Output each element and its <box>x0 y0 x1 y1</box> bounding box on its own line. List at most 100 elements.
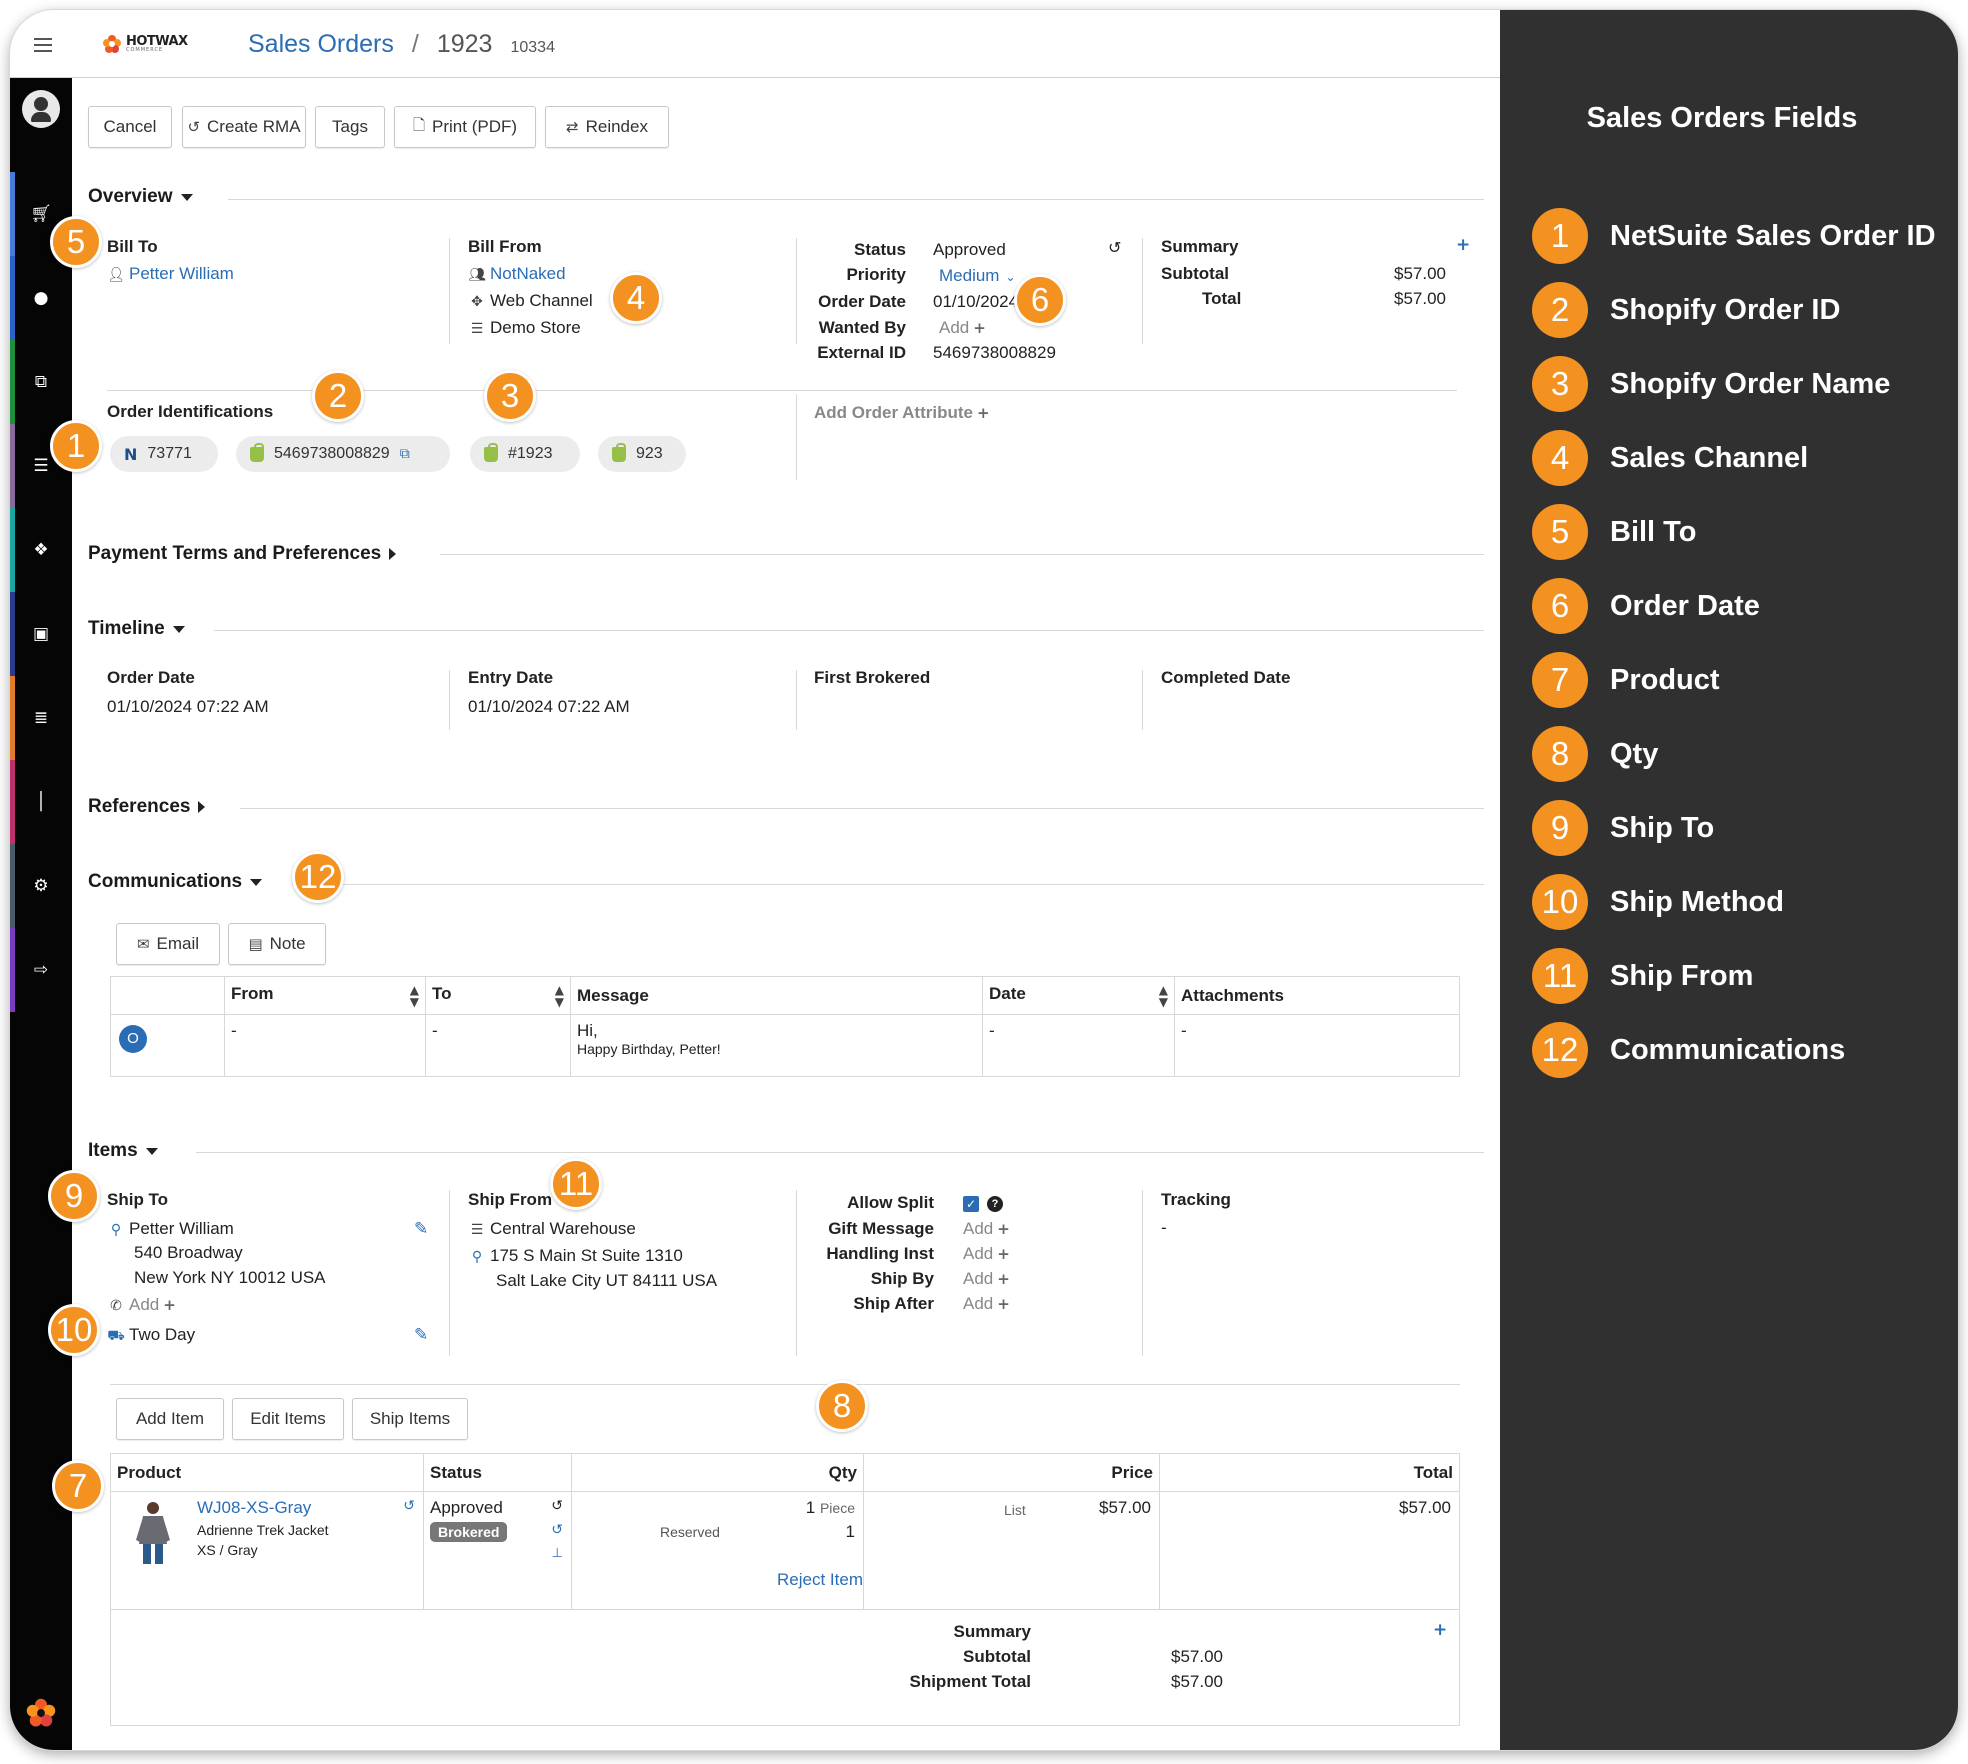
gift-message-label: Gift Message <box>828 1219 934 1238</box>
help-question-icon[interactable]: ? <box>987 1196 1003 1212</box>
add-adjustment-plus-icon[interactable]: + <box>1456 235 1470 255</box>
bill-to-label: Bill To <box>107 237 158 256</box>
legend-item: 7 Product <box>1532 650 1720 710</box>
breadcrumb: Sales Orders / 1923 10334 <box>248 30 555 59</box>
sidebar-customers[interactable]: ● <box>10 256 72 340</box>
rebroker-icon[interactable]: ↺ <box>551 1522 563 1538</box>
divider <box>240 808 1484 809</box>
bill-from-org-link[interactable]: NotNaked <box>490 264 566 283</box>
add-adjustment-plus-icon[interactable]: + <box>1433 1620 1447 1640</box>
sidebar-data[interactable]: ≣ <box>10 676 72 760</box>
payment-terms-section-toggle[interactable]: Payment Terms and Preferences <box>88 543 397 565</box>
column-header-to[interactable]: To ▲ ▼ <box>425 976 571 1015</box>
print-pdf-button[interactable]: 🗋︎ Print (PDF) <box>394 106 536 148</box>
item-status: Approved <box>430 1498 503 1517</box>
legend-item: 6 Order Date <box>1532 576 1760 636</box>
hotwax-flower-icon <box>103 35 121 53</box>
ship-from-label: Ship From <box>468 1190 553 1209</box>
callout-marker-9: 9 <box>48 1170 100 1222</box>
items-section-toggle[interactable]: Items <box>88 1140 158 1162</box>
timeline-section-toggle[interactable]: Timeline <box>88 618 185 640</box>
product-sku-link[interactable]: WJ08-XS-Gray <box>197 1498 311 1517</box>
sidebar-settings[interactable]: ⚙ <box>10 844 72 928</box>
handling-inst-add[interactable]: Add + <box>963 1244 1010 1264</box>
add-order-attribute[interactable]: Add Order Attribute + <box>814 403 990 423</box>
sitemap-icon[interactable]: ⊥ <box>552 1546 563 1561</box>
envelope-icon: ✉ <box>136 935 150 953</box>
wanted-by-add[interactable]: Add + <box>939 318 986 338</box>
dropbox-icon: ❖ <box>33 540 49 560</box>
entry-date-value: 01/10/2024 07:22 AM <box>468 697 630 716</box>
edit-ship-to-pencil-icon[interactable]: ✎ <box>414 1219 428 1239</box>
brand-logo[interactable]: HOTWAX COMMERCE <box>102 34 188 54</box>
column-header-from[interactable]: From ▲ ▼ <box>224 976 426 1015</box>
create-rma-button[interactable]: ↺ Create RMA <box>182 106 306 148</box>
map-marker-icon: ⚲ <box>471 1249 483 1265</box>
note-button[interactable]: ▤ Note <box>228 923 326 965</box>
add-phone[interactable]: ✆ Add + <box>107 1295 176 1315</box>
gift-message-add[interactable]: Add + <box>963 1219 1010 1239</box>
divider <box>228 199 1484 200</box>
to-cell: - <box>425 1014 571 1077</box>
user-avatar-icon[interactable] <box>22 90 60 128</box>
breadcrumb-sales-orders[interactable]: Sales Orders <box>248 30 394 59</box>
hamburger-menu-icon[interactable] <box>34 38 52 52</box>
column-header-message: Message <box>570 976 983 1015</box>
app-window: HOTWAX COMMERCE Sales Orders / 1923 10334… <box>10 10 1958 1750</box>
tags-button[interactable]: Tags <box>315 106 385 148</box>
bill-to-customer-link[interactable]: Petter William <box>129 264 234 283</box>
allow-split-checkbox[interactable]: ✓ <box>963 1196 979 1212</box>
communications-section-toggle[interactable]: Communications <box>88 871 263 893</box>
ship-to-name: ⚲ Petter William <box>107 1219 234 1239</box>
references-section-toggle[interactable]: References <box>88 796 206 818</box>
ship-method: ⛟ Two Day <box>107 1325 196 1344</box>
order-id: 10334 <box>510 39 555 56</box>
ship-items-button[interactable]: Ship Items <box>352 1398 468 1440</box>
pdf-file-icon: 🗋︎ <box>412 115 426 134</box>
callout-marker-12: 12 <box>292 851 344 903</box>
reindex-button[interactable]: ⇄ Reindex <box>545 106 669 148</box>
status-cell: Approved Brokered ↺ ↺ ⊥ <box>423 1491 572 1610</box>
sidebar-reports[interactable]: │ <box>10 760 72 844</box>
cancel-button[interactable]: Cancel <box>88 106 172 148</box>
legend-item: 5 Bill To <box>1532 502 1696 562</box>
divider <box>1142 670 1143 730</box>
retweet-icon: ⇄ <box>566 118 579 136</box>
sidebar-fulfillment[interactable]: ❖ <box>10 508 72 592</box>
ship-after-add[interactable]: Add + <box>963 1294 1010 1314</box>
plus-icon: + <box>976 404 990 422</box>
edit-ship-method-pencil-icon[interactable]: ✎ <box>414 1325 428 1345</box>
add-item-button[interactable]: Add Item <box>116 1398 224 1440</box>
ship-after-label: Ship After <box>853 1294 934 1313</box>
table-row[interactable]: WJ08-XS-Gray Adrienne Trek Jacket XS / G… <box>110 1491 1460 1610</box>
callout-marker-1: 1 <box>50 420 102 472</box>
column-header-date[interactable]: Date ▲ ▼ <box>982 976 1175 1015</box>
history-icon[interactable]: ↺ <box>403 1498 415 1514</box>
sidebar-products[interactable]: ⧉ <box>10 340 72 424</box>
sidebar-logout[interactable]: ⇨ <box>10 928 72 1012</box>
product-thumbnail[interactable] <box>131 1500 175 1568</box>
brand-name: HOTWAX COMMERCE <box>126 34 188 53</box>
reject-item-link[interactable]: Reject Item <box>777 1570 863 1590</box>
ship-from-address-line1: ⚲ 175 S Main St Suite 1310 <box>468 1246 683 1266</box>
email-button[interactable]: ✉ Email <box>116 923 220 965</box>
ship-from-facility: ☰ Central Warehouse <box>468 1219 636 1239</box>
column-header-price: Price <box>863 1453 1160 1492</box>
item-price: $57.00 <box>1099 1498 1151 1517</box>
shopify-icon <box>612 442 626 462</box>
status-history-icon[interactable]: ↺ <box>551 1498 563 1514</box>
priority-dropdown[interactable]: Medium ⌄ <box>939 266 1016 286</box>
entry-date-label: Entry Date <box>468 668 554 687</box>
edit-items-button[interactable]: Edit Items <box>232 1398 344 1440</box>
history-icon[interactable]: ↺ <box>1108 238 1121 257</box>
callout-marker-4: 4 <box>610 272 662 324</box>
netsuite-id-pill: N 73771 <box>110 436 218 472</box>
main-content: Cancel ↺ Create RMA Tags 🗋︎ Print (PDF) ⇄ R… <box>48 78 1500 1750</box>
ship-by-add[interactable]: Add + <box>963 1269 1010 1289</box>
wanted-by-label: Wanted By <box>818 318 906 337</box>
overview-section-toggle[interactable]: Overview <box>88 186 193 208</box>
shopify-id-pill: 5469738008829 ⧉ <box>236 436 450 472</box>
sidebar-accounting[interactable]: ▣ <box>10 592 72 676</box>
external-link-icon[interactable]: ⧉ <box>400 446 410 462</box>
table-row[interactable]: O - - Hi, Happy Birthday, Petter! - - <box>110 1014 1460 1077</box>
